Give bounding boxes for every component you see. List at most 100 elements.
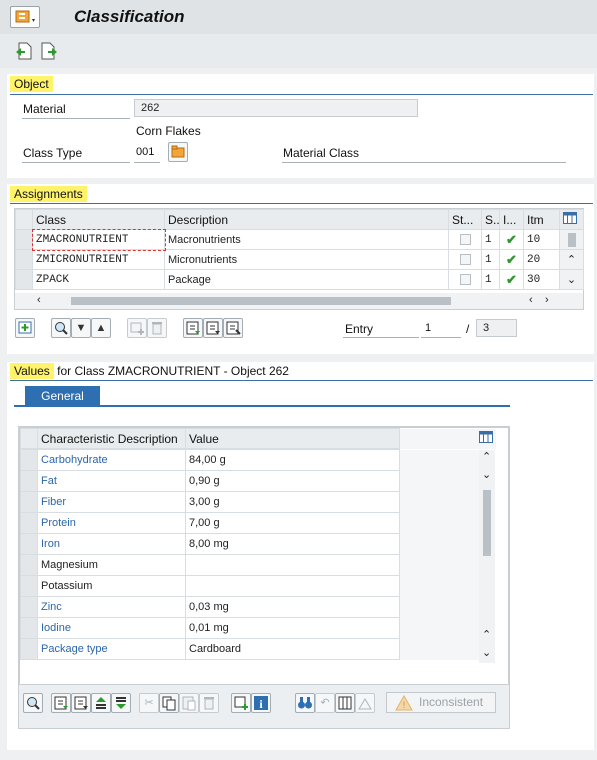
deselect-all-values-button[interactable] [71,693,91,713]
col-itm[interactable]: Itm [523,209,560,230]
horizontal-scroll-thumb[interactable] [71,297,451,305]
class-cell[interactable]: ZMACRONUTRIENT [31,228,166,251]
scroll-up-cell[interactable]: ⌃ [559,249,584,270]
characteristic-name[interactable]: Iodine [37,617,186,639]
characteristic-name[interactable]: Zinc [37,596,186,618]
entry-input[interactable]: 1 [425,322,431,334]
previous-object-icon[interactable] [14,42,32,60]
class-cell[interactable]: ZMICRONUTRIENT [32,249,165,270]
col-s[interactable]: S... [481,209,500,230]
copy-button[interactable] [159,693,179,713]
table-row[interactable]: ZMACRONUTRIENT Macronutrients 1 ✔ 10 [15,228,584,251]
info-button[interactable]: i [251,693,271,713]
table-row[interactable]: Package type Cardboard [20,638,480,660]
insert-row-button[interactable] [15,318,35,338]
characteristic-value[interactable]: 84,00 g [185,449,400,471]
sort-ascending-button[interactable] [91,693,111,713]
deselect-all-button[interactable] [203,318,223,338]
table-row[interactable]: Fat 0,90 g [20,470,480,492]
select-all-values-button[interactable] [51,693,71,713]
table-row[interactable]: Iodine 0,01 mg [20,617,480,639]
detail-button[interactable] [223,318,243,338]
vertical-scrollbar-thumb-cell[interactable] [559,229,584,250]
characteristic-name[interactable]: Package type [37,638,186,660]
scroll-up-icon[interactable]: ⌃ [482,450,491,463]
find-button[interactable] [23,693,43,713]
find-next-button[interactable]: ▼ [71,318,91,338]
row-selector[interactable] [20,575,38,597]
cut-button[interactable]: ✂ [139,693,159,713]
scroll-left-icon-right[interactable]: ‹ [529,294,533,306]
scroll-left-icon[interactable]: ‹ [37,294,41,306]
graphic-button[interactable] [355,693,375,713]
characteristic-value[interactable]: 3,00 g [185,491,400,513]
scroll-up-icon-lower[interactable]: ⌃ [482,628,491,641]
tab-general[interactable]: General [25,386,100,406]
table-row[interactable]: Magnesium [20,554,480,576]
select-all-button[interactable] [183,318,203,338]
table-settings-button[interactable] [479,431,493,446]
status-checkbox[interactable] [459,254,471,266]
characteristic-value[interactable]: 0,01 mg [185,617,400,639]
chevron-down-icon[interactable]: ⌄ [567,274,576,286]
table-row[interactable]: Fiber 3,00 g [20,491,480,513]
menu-button[interactable] [10,6,40,28]
table-row[interactable]: Carbohydrate 84,00 g [20,449,480,471]
table-row[interactable]: Potassium [20,575,480,597]
paste-button[interactable] [179,693,199,713]
next-object-icon[interactable] [40,42,58,60]
characteristic-value[interactable]: Cardboard [185,638,400,660]
row-selector[interactable] [15,229,33,250]
table-row[interactable]: Protein 7,00 g [20,512,480,534]
col-value[interactable]: Value [185,428,400,449]
characteristic-value[interactable] [185,554,400,576]
chevron-up-icon[interactable]: ⌃ [567,254,576,266]
find-previous-button[interactable]: ▲ [91,318,111,338]
row-selector[interactable] [20,449,38,471]
characteristic-value[interactable] [185,575,400,597]
insert-value-button[interactable] [231,693,251,713]
table-row[interactable]: Iron 8,00 mg [20,533,480,555]
col-i[interactable]: I... [499,209,524,230]
status-cell[interactable] [448,229,482,250]
vertical-scroll-thumb[interactable] [483,490,491,556]
table-row[interactable]: Zinc 0,03 mg [20,596,480,618]
sort-descending-button[interactable] [111,693,131,713]
chevron-down-icon[interactable]: ⌄ [482,468,491,481]
select-all-cell[interactable] [15,209,33,230]
inconsistent-button[interactable]: ! Inconsistent [386,692,496,713]
class-cell[interactable]: ZPACK [32,269,165,290]
col-class[interactable]: Class [32,209,165,230]
status-cell[interactable] [448,269,482,290]
characteristic-name[interactable]: Fat [37,470,186,492]
material-field[interactable]: 262 [134,99,418,117]
row-selector[interactable] [20,638,38,660]
horizontal-scrollbar[interactable]: ‹ ‹ › [15,293,583,309]
characteristic-value[interactable]: 0,90 g [185,470,400,492]
select-all-cell[interactable] [20,428,38,449]
characteristic-name[interactable]: Fiber [37,491,186,513]
status-checkbox[interactable] [459,274,471,286]
row-selector[interactable] [15,249,33,270]
row-selector[interactable] [20,470,38,492]
row-selector[interactable] [20,491,38,513]
scroll-right-icon[interactable]: › [545,294,549,306]
characteristic-name[interactable]: Protein [37,512,186,534]
characteristic-value[interactable]: 7,00 g [185,512,400,534]
vertical-scrollbar[interactable]: ⌃ ⌄ ⌃ ⌄ [479,450,495,663]
append-row-button[interactable] [127,318,147,338]
characteristic-value[interactable]: 8,00 mg [185,533,400,555]
scroll-down-icon[interactable]: ⌄ [482,646,491,659]
col-description[interactable]: Description [164,209,449,230]
table-view-button[interactable] [335,693,355,713]
column-settings-cell[interactable] [559,209,584,230]
table-row[interactable]: ZMICRONUTRIENT Micronutrients 1 ✔ 20 ⌃ [15,249,584,270]
scroll-down-cell[interactable]: ⌄ [559,269,584,290]
class-type-valuehelp-button[interactable] [168,142,188,162]
row-selector[interactable] [15,269,33,290]
row-selector[interactable] [20,617,38,639]
delete-value-button[interactable] [199,693,219,713]
characteristic-name[interactable]: Iron [37,533,186,555]
table-row[interactable]: ZPACK Package 1 ✔ 30 ⌄ [15,269,584,290]
col-status[interactable]: St... [448,209,482,230]
